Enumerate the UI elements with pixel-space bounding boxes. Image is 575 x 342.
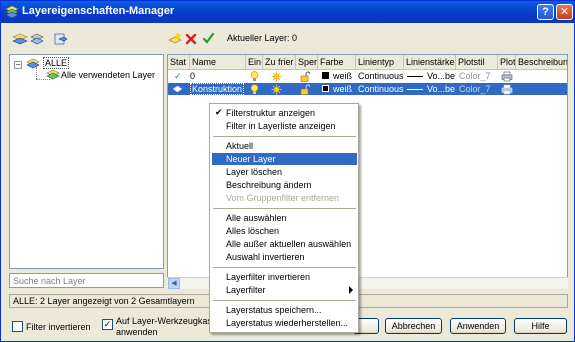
layer-plotstyle: Color_7 bbox=[459, 71, 491, 81]
menu-item-remove-from-group-filter[interactable]: Vom Gruppenfilter entfernen bbox=[212, 192, 357, 204]
lock-open-icon[interactable] bbox=[300, 84, 310, 95]
tree-item-used-layers[interactable]: Alle verwendeten Layer bbox=[61, 70, 155, 80]
layer-row-selected[interactable]: Konstruktion weiß Continuous Vo...be Col… bbox=[168, 83, 567, 95]
layer-name-edit[interactable]: Konstruktion bbox=[188, 83, 246, 95]
help-title-button[interactable]: ? bbox=[537, 4, 554, 20]
close-title-button[interactable]: ✕ bbox=[556, 4, 573, 20]
all-layers-icon bbox=[26, 58, 40, 69]
submenu-arrow-icon bbox=[349, 286, 353, 294]
help-button[interactable]: Hilfe bbox=[514, 318, 567, 334]
used-layers-icon bbox=[46, 69, 60, 80]
menu-item-show-filter-tree[interactable]: ✔ Filterstruktur anzeigen bbox=[212, 107, 357, 119]
layer-lineweight[interactable]: Vo...be bbox=[425, 70, 457, 82]
printer-icon[interactable] bbox=[501, 71, 513, 82]
tree-collapse-toggle[interactable]: − bbox=[14, 61, 22, 69]
menu-item-set-current[interactable]: Aktuell bbox=[212, 140, 357, 152]
lock-open-icon[interactable] bbox=[300, 71, 310, 82]
column-header-freeze[interactable]: Zu frier bbox=[263, 55, 296, 70]
invert-filter-checkbox[interactable] bbox=[12, 321, 23, 332]
current-check-icon: ✓ bbox=[174, 71, 182, 81]
color-swatch[interactable] bbox=[322, 85, 329, 92]
sun-thawed-icon[interactable] bbox=[271, 71, 282, 82]
menu-item-delete-layer[interactable]: Layer löschen bbox=[212, 166, 357, 178]
apply-button[interactable]: Anwenden bbox=[450, 318, 506, 334]
delete-layer-icon[interactable] bbox=[185, 33, 197, 45]
column-header-linetype[interactable]: Linientyp bbox=[356, 55, 404, 70]
column-header-on[interactable]: Ein bbox=[246, 55, 263, 70]
tree-item-all[interactable]: ALLE bbox=[43, 57, 70, 69]
group-filter-icon[interactable] bbox=[30, 32, 44, 46]
check-mark-icon: ✔ bbox=[215, 107, 223, 117]
column-header-lock[interactable]: Sper bbox=[296, 55, 318, 70]
layer-stack-icon bbox=[5, 5, 19, 18]
scroll-left-icon[interactable]: ◀ bbox=[168, 278, 180, 289]
column-header-description[interactable]: Beschreibung bbox=[516, 55, 567, 70]
layer-linetype[interactable]: Continuous bbox=[356, 70, 406, 82]
context-menu: ✔ Filterstruktur anzeigen Filter in Laye… bbox=[209, 103, 359, 333]
menu-item-clear-all[interactable]: Alles löschen bbox=[212, 225, 357, 237]
menu-item-invert-selection[interactable]: Auswahl invertieren bbox=[212, 251, 357, 263]
menu-item-save-layer-state[interactable]: Layerstatus speichern... bbox=[212, 304, 357, 316]
apply-toolbar-label-line1: Auf Layer-Werkzeugkaste bbox=[116, 316, 220, 326]
lightbulb-on-icon[interactable] bbox=[250, 84, 259, 95]
menu-item-layer-filters[interactable]: Layerfilter bbox=[212, 284, 357, 296]
layer-linetype[interactable]: Continuous bbox=[356, 83, 406, 95]
apply-toolbar-checkbox[interactable]: ✓ bbox=[102, 319, 113, 330]
layer-search-input[interactable]: Suche nach Layer bbox=[9, 273, 164, 288]
new-layer-icon[interactable] bbox=[168, 32, 182, 46]
filter-tree[interactable]: − ALLE Alle verwendeten Layer bbox=[9, 54, 164, 269]
new-property-filter-icon[interactable] bbox=[12, 32, 28, 46]
column-header-plotstyle[interactable]: Plotstil bbox=[456, 55, 498, 70]
menu-item-restore-layer-state[interactable]: Layerstatus wiederherstellen... bbox=[212, 317, 357, 329]
layer-manager-window: Layereigenschaften-Manager ? ✕ Aktueller… bbox=[0, 0, 575, 342]
title-bar[interactable]: Layereigenschaften-Manager ? ✕ bbox=[1, 1, 574, 23]
column-header-status[interactable]: Stat bbox=[168, 55, 190, 70]
color-swatch[interactable] bbox=[322, 72, 329, 79]
menu-item-select-all[interactable]: Alle auswählen bbox=[212, 212, 357, 224]
menu-item-show-filters-in-list[interactable]: Filter in Layerliste anzeigen bbox=[212, 120, 357, 132]
layer-color[interactable]: weiß bbox=[331, 70, 354, 82]
column-header-name[interactable]: Name bbox=[190, 55, 246, 70]
layer-name[interactable]: 0 bbox=[188, 70, 197, 82]
column-header-plot[interactable]: Plot bbox=[498, 55, 516, 70]
layer-lineweight[interactable]: Vo...be bbox=[425, 83, 457, 95]
layer-state-manager-icon[interactable] bbox=[54, 32, 68, 46]
set-current-icon[interactable] bbox=[202, 32, 215, 45]
menu-item-new-layer[interactable]: Neuer Layer bbox=[212, 153, 357, 165]
apply-toolbar-label-line2: anwenden bbox=[116, 327, 158, 337]
column-header-color[interactable]: Farbe bbox=[318, 55, 356, 70]
printer-icon[interactable] bbox=[501, 84, 513, 95]
menu-item-change-description[interactable]: Beschreibung ändern bbox=[212, 179, 357, 191]
cancel-button[interactable]: Abbrechen bbox=[385, 318, 442, 334]
layer-row[interactable]: ✓ 0 weiß Continuous Vo...be Color_7 bbox=[168, 70, 567, 82]
invert-filter-label: Filter invertieren bbox=[26, 322, 91, 332]
lightbulb-on-icon[interactable] bbox=[250, 71, 259, 82]
window-title: Layereigenschaften-Manager bbox=[22, 5, 175, 17]
menu-item-select-all-but-current[interactable]: Alle außer aktuellen auswählen bbox=[212, 238, 357, 250]
layer-plotstyle: Color_7 bbox=[459, 84, 491, 94]
layer-color[interactable]: weiß bbox=[331, 83, 354, 95]
sun-thawed-icon[interactable] bbox=[271, 84, 282, 95]
layer-status-icon bbox=[172, 85, 183, 93]
current-layer-label: Aktueller Layer: 0 bbox=[223, 30, 565, 47]
column-header-lineweight[interactable]: Linienstärke bbox=[404, 55, 456, 70]
menu-item-invert-layer-filter[interactable]: Layerfilter invertieren bbox=[212, 271, 357, 283]
